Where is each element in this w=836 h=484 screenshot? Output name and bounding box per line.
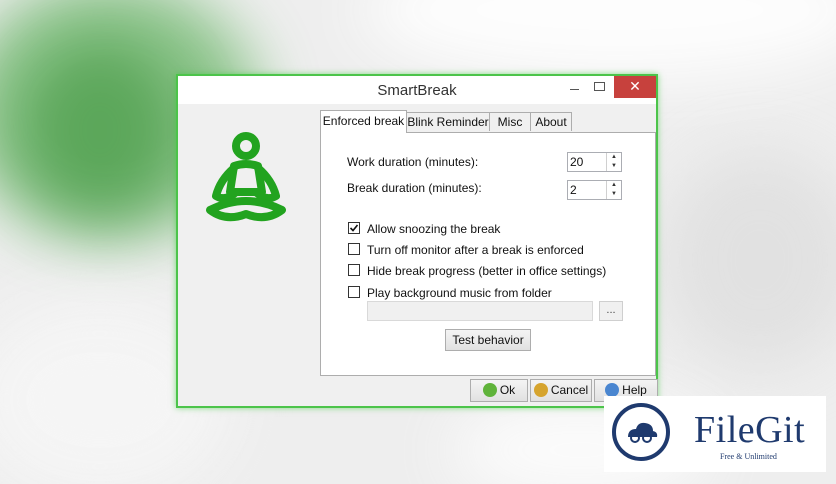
work-duration-value: 20 [570,155,584,169]
browse-folder-button[interactable]: ... [599,301,623,321]
filegit-name: FileGit [694,409,806,451]
test-behavior-button[interactable]: Test behavior [445,329,531,351]
ok-check-icon [482,383,497,397]
minimize-icon [569,89,579,90]
dialog-client-area: Enforced break Blink Reminder Misc About… [178,104,658,406]
turn-off-monitor-checkbox[interactable] [348,243,360,255]
hide-break-progress-checkbox[interactable] [348,264,360,276]
maximize-icon [593,82,605,91]
turn-off-monitor-label[interactable]: Turn off monitor after a break is enforc… [367,243,584,257]
hide-break-progress-label[interactable]: Hide break progress (better in office se… [367,264,606,278]
play-music-label[interactable]: Play background music from folder [367,286,552,300]
ok-button[interactable]: Ok [470,379,528,402]
allow-snoozing-label[interactable]: Allow snoozing the break [367,222,500,236]
break-duration-stepper[interactable]: 2 ▲ ▼ [567,180,622,200]
cancel-label: Cancel [550,383,589,397]
decrement-arrow-icon[interactable]: ▼ [607,190,621,199]
cancel-button[interactable]: Cancel [530,379,592,402]
tab-blink-reminder[interactable]: Blink Reminder [406,112,490,131]
minimize-button[interactable] [562,76,586,98]
filegit-watermark: FileGit Free & Unlimited [604,396,826,472]
tab-about[interactable]: About [530,112,572,131]
break-duration-value: 2 [570,183,577,197]
ok-label: Ok [499,383,516,397]
increment-arrow-icon[interactable]: ▲ [607,153,621,162]
work-duration-label: Work duration (minutes): [347,155,479,169]
music-folder-field[interactable] [367,301,593,321]
allow-snoozing-checkbox[interactable] [348,222,360,234]
filegit-tagline: Free & Unlimited [720,452,777,461]
work-duration-stepper[interactable]: 20 ▲ ▼ [567,152,622,172]
increment-arrow-icon[interactable]: ▲ [607,181,621,190]
help-label: Help [622,383,647,397]
play-music-checkbox[interactable] [348,286,360,298]
smartbreak-window: SmartBreak ✕ Enforced break Blink Remind… [176,74,658,408]
help-question-icon [605,383,620,397]
tab-enforced-break[interactable]: Enforced break [320,110,407,133]
close-button[interactable]: ✕ [614,76,656,98]
decrement-arrow-icon[interactable]: ▼ [607,162,621,171]
enforced-break-panel: Work duration (minutes): 20 ▲ ▼ Break du… [320,132,656,376]
maximize-button[interactable] [586,76,612,98]
break-duration-label: Break duration (minutes): [347,181,482,195]
title-bar[interactable]: SmartBreak ✕ [178,76,656,104]
cancel-icon [533,383,548,397]
tab-misc[interactable]: Misc [489,112,531,131]
meditation-person-icon [206,132,286,222]
checkmark-icon [349,224,359,232]
filegit-logo-icon [612,403,670,461]
